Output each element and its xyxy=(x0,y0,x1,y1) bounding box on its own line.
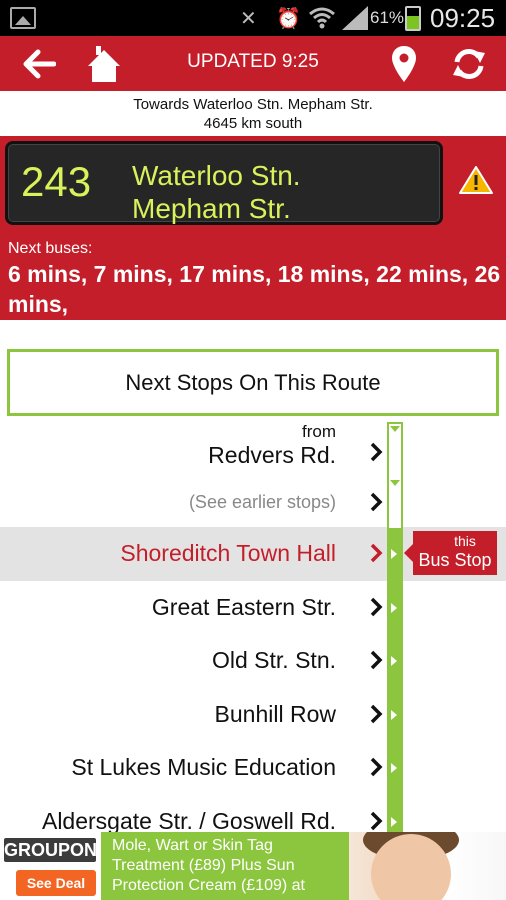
track-earlier-segment xyxy=(387,422,403,530)
chevron-right-icon xyxy=(370,597,383,617)
see-deal-button[interactable]: See Deal xyxy=(16,870,96,896)
chevron-right-icon xyxy=(370,811,383,831)
route-track xyxy=(387,420,403,832)
stop-name: Aldersgate Str. / Goswell Rd. xyxy=(41,808,336,832)
stop-marker-icon xyxy=(391,817,397,827)
stop-marker-icon xyxy=(391,656,397,666)
list-item[interactable]: Bunhill Row xyxy=(0,688,506,742)
towards-text: Towards Waterloo Stn. Mepham Str. xyxy=(133,96,373,113)
destination-line-2: Mepham Str. xyxy=(132,193,291,224)
toolbar: UPDATED 9:25 xyxy=(0,36,506,91)
next-stops-header: Next Stops On This Route xyxy=(7,349,499,416)
ad-banner[interactable]: GROUPON See Deal Mole, Wart or Skin Tag … xyxy=(0,832,506,900)
chevron-right-icon xyxy=(370,650,383,670)
stop-name: St Lukes Music Education xyxy=(71,754,336,780)
stop-name: Old Str. Stn. xyxy=(212,647,336,673)
direction-info: Towards Waterloo Stn. Mepham Str. 4645 k… xyxy=(0,91,506,137)
this-stop-line1: this xyxy=(454,533,476,549)
route-number: 243 xyxy=(21,158,92,205)
location-button[interactable] xyxy=(384,36,424,91)
home-button[interactable] xyxy=(80,36,128,91)
stop-name: Shoreditch Town Hall xyxy=(120,540,336,566)
list-item-earlier-stops[interactable]: (See earlier stops) xyxy=(0,476,506,530)
route-destination: Waterloo Stn. Mepham Str. xyxy=(132,159,301,225)
clock: 09:25 xyxy=(430,3,496,33)
stop-name: Bunhill Row xyxy=(214,701,336,727)
stop-name: Redvers Rd. xyxy=(208,442,336,468)
stop-marker-icon xyxy=(391,710,397,720)
list-item-from-stop[interactable]: from Redvers Rd. xyxy=(0,420,506,474)
signal-icon xyxy=(342,6,368,30)
track-upcoming-segment xyxy=(387,530,403,832)
chevron-right-icon xyxy=(370,442,383,462)
warning-icon[interactable] xyxy=(458,165,494,195)
status-bar: ✕ ⏰ 61% 09:25 xyxy=(0,0,506,36)
stop-marker-icon xyxy=(391,763,397,773)
route-display[interactable]: 243 Waterloo Stn. Mepham Str. xyxy=(5,141,443,225)
stop-name: (See earlier stops) xyxy=(188,492,336,512)
list-item[interactable]: St Lukes Music Education xyxy=(0,741,506,795)
stop-name: Great Eastern Str. xyxy=(151,594,336,620)
wifi-icon xyxy=(309,7,335,29)
home-icon xyxy=(88,45,120,82)
battery-percent: 61% xyxy=(370,8,405,27)
chevron-right-icon xyxy=(370,757,383,777)
down-arrow-icon xyxy=(390,480,400,486)
gallery-notification-icon xyxy=(10,7,36,29)
stop-list: from Redvers Rd. (See earlier stops) Sho… xyxy=(0,420,506,832)
destination-line-1: Waterloo Stn. xyxy=(132,160,301,191)
refresh-icon xyxy=(453,48,485,79)
next-buses-label: Next buses: xyxy=(8,240,93,257)
back-button[interactable] xyxy=(14,36,64,91)
list-item[interactable]: Old Str. Stn. xyxy=(0,634,506,688)
list-item[interactable]: Great Eastern Str. xyxy=(0,581,506,635)
next-buses-times: 6 mins, 7 mins, 17 mins, 18 mins, 22 min… xyxy=(8,261,501,317)
back-arrow-icon xyxy=(23,49,56,78)
route-banner: 243 Waterloo Stn. Mepham Str. Next buses… xyxy=(0,137,506,320)
alarm-icon: ⏰ xyxy=(276,8,301,30)
this-stop-line2: Bus Stop xyxy=(418,550,492,570)
groupon-brand: GROUPON xyxy=(4,838,98,862)
stop-marker-icon xyxy=(391,549,397,559)
mute-icon: ✕ xyxy=(240,8,257,30)
chevron-right-icon xyxy=(370,492,383,512)
chevron-right-icon xyxy=(370,543,383,563)
list-item[interactable]: Aldersgate Str. / Goswell Rd. xyxy=(0,795,506,832)
updated-label: UPDATED 9:25 xyxy=(187,51,319,72)
map-pin-icon xyxy=(392,45,416,82)
distance-text: 4645 km south xyxy=(203,115,303,132)
ad-photo xyxy=(349,832,506,900)
down-arrow-icon xyxy=(390,426,400,432)
chevron-right-icon xyxy=(370,704,383,724)
refresh-button[interactable] xyxy=(446,36,492,91)
stop-marker-icon xyxy=(391,603,397,613)
from-label: from xyxy=(302,422,336,441)
battery-icon xyxy=(405,6,421,31)
groupon-logo: GROUPON See Deal xyxy=(0,832,101,900)
ad-text: Mole, Wart or Skin Tag Treatment (£89) P… xyxy=(112,837,305,894)
this-bus-stop-tag: this Bus Stop xyxy=(404,531,497,575)
